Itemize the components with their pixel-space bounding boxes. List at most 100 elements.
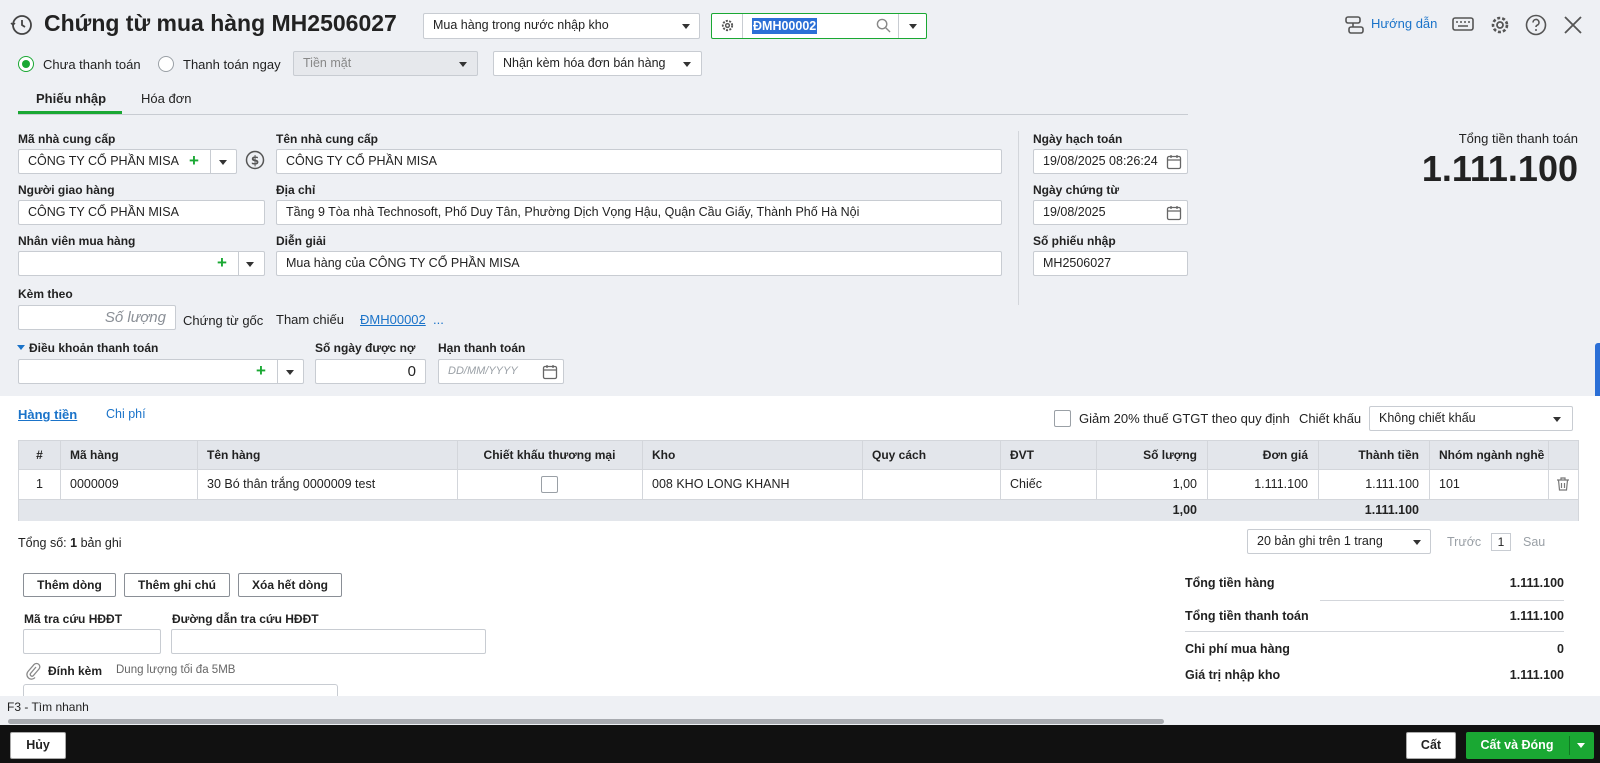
calendar-icon[interactable]: [1166, 154, 1182, 170]
address-input[interactable]: Tầng 9 Tòa nhà Technosoft, Phố Duy Tân, …: [276, 200, 1002, 225]
tab-cost[interactable]: Chi phí: [106, 407, 146, 421]
col-header-group: Nhóm ngành nghề: [1439, 448, 1545, 462]
help-icon[interactable]: [1525, 14, 1547, 36]
invoice-receive-select[interactable]: Nhận kèm hóa đơn bán hàng: [493, 51, 702, 76]
table-row-group[interactable]: 101: [1429, 470, 1548, 499]
divider: [238, 252, 239, 275]
lookup-code-input[interactable]: [23, 629, 161, 654]
settings-icon[interactable]: [1489, 14, 1511, 36]
ref-search-input[interactable]: ĐMH00002: [752, 18, 818, 34]
deliverer-value: CÔNG TY CỔ PHẦN MISA: [28, 205, 179, 219]
col-header-unit: ĐVT: [1010, 448, 1034, 462]
description-value: Mua hàng của CÔNG TY CỔ PHẦN MISA: [286, 256, 520, 270]
lookup-url-input[interactable]: [171, 629, 486, 654]
tab-invoice[interactable]: Hóa đơn: [141, 91, 191, 106]
table-row-no[interactable]: 1: [19, 470, 60, 499]
table-row-spec[interactable]: [862, 470, 1000, 499]
debt-icon[interactable]: $: [245, 150, 265, 170]
prev-page[interactable]: Trước: [1447, 535, 1481, 549]
table-row-amount[interactable]: 1.111.100: [1318, 470, 1429, 499]
add-buyer-icon[interactable]: +: [217, 253, 227, 273]
goods-total-value: 1.111.100: [1509, 576, 1564, 590]
chevron-down-icon[interactable]: [246, 262, 254, 267]
stock-value-label: Giá trị nhập kho: [1185, 668, 1281, 682]
supplier-name-input[interactable]: CÔNG TY CỔ PHẦN MISA: [276, 149, 1002, 174]
table-row-unit[interactable]: Chiếc: [1000, 470, 1096, 499]
add-terms-icon[interactable]: +: [256, 361, 266, 381]
side-handle[interactable]: [1595, 343, 1600, 403]
divider: [210, 150, 211, 173]
paperclip-icon[interactable]: [25, 662, 41, 680]
history-icon[interactable]: [10, 13, 34, 37]
table-row-qty[interactable]: 1,00: [1096, 470, 1207, 499]
shortcut-hint: F3 - Tìm nhanh: [7, 700, 89, 714]
attach-qty-input[interactable]: Số lượng: [18, 305, 176, 330]
col-header-spec: Quy cách: [872, 448, 927, 462]
tab-receipt[interactable]: Phiếu nhập: [36, 91, 106, 106]
col-header-price: Đơn giá: [1262, 448, 1308, 462]
goods-total-label: Tổng tiền hàng: [1185, 576, 1275, 590]
guide-link[interactable]: Hướng dẫn: [1371, 16, 1437, 31]
attach-dropzone[interactable]: [23, 684, 338, 696]
search-icon[interactable]: [876, 18, 891, 33]
guide-icon[interactable]: [1343, 15, 1365, 37]
save-button[interactable]: Cất: [1406, 732, 1456, 759]
close-icon[interactable]: [1563, 15, 1583, 35]
per-page-select[interactable]: 20 bản ghi trên 1 trang: [1247, 529, 1431, 554]
horizontal-scrollbar[interactable]: [8, 719, 1164, 724]
discount-select[interactable]: Không chiết khấu: [1369, 406, 1573, 431]
calendar-icon[interactable]: [542, 364, 558, 380]
col-header-amount: Thành tiền: [1358, 448, 1419, 462]
triangle-down-icon[interactable]: [17, 345, 25, 350]
deliverer-input[interactable]: CÔNG TY CỔ PHẦN MISA: [18, 200, 265, 225]
description-input[interactable]: Mua hàng của CÔNG TY CỔ PHẦN MISA: [276, 251, 1002, 276]
doc-date-input[interactable]: 19/08/2025: [1033, 200, 1188, 225]
table-row-price[interactable]: 1.111.100: [1207, 470, 1318, 499]
reference-link[interactable]: ĐMH00002: [360, 312, 426, 327]
attach-label: Kèm theo: [18, 287, 73, 301]
supplier-code-input[interactable]: CÔNG TY CỔ PHẦN MISA: [18, 149, 237, 174]
detail-table: # Mã hàng Tên hàng Chiết khấu thương mại…: [18, 440, 1579, 521]
stock-value-value: 1.111.100: [1509, 668, 1564, 682]
vat-reduce-label: Giảm 20% thuế GTGT theo quy định: [1079, 411, 1290, 426]
payment-method-select[interactable]: Tiền mặt: [293, 51, 478, 76]
unpaid-radio[interactable]: [18, 56, 34, 72]
chevron-down-icon[interactable]: [909, 24, 917, 29]
save-close-button[interactable]: Cất và Đóng: [1466, 732, 1594, 759]
add-row-button[interactable]: Thêm dòng: [23, 573, 116, 597]
cancel-button[interactable]: Hủy: [10, 732, 66, 759]
keyboard-icon[interactable]: [1452, 15, 1474, 35]
current-page[interactable]: 1: [1491, 533, 1511, 551]
ref-search-box[interactable]: [711, 13, 927, 39]
table-row-warehouse[interactable]: 008 KHO LONG KHANH: [642, 470, 862, 499]
trash-icon[interactable]: [1555, 476, 1571, 492]
delete-all-rows-button[interactable]: Xóa hết dòng: [238, 573, 342, 597]
trade-discount-checkbox[interactable]: [541, 476, 558, 493]
chevron-down-icon: [1413, 540, 1421, 545]
tab-goods[interactable]: Hàng tiền: [18, 407, 77, 422]
calendar-icon[interactable]: [1166, 205, 1182, 221]
chevron-down-icon[interactable]: [219, 160, 227, 165]
table-row-name[interactable]: 30 Bó thân trắng 0000009 test: [197, 470, 457, 499]
vat-reduce-checkbox[interactable]: [1054, 410, 1071, 427]
add-supplier-icon[interactable]: +: [189, 151, 199, 171]
divider: [742, 14, 743, 38]
attach-files-label: Đính kèm: [48, 664, 103, 678]
paid-now-label: Thanh toán ngay: [183, 57, 281, 72]
credit-days-input[interactable]: 0: [315, 359, 426, 384]
chevron-down-icon: [459, 62, 467, 67]
gear-icon[interactable]: [720, 18, 735, 33]
voucher-type-select[interactable]: Mua hàng trong nước nhập kho: [423, 13, 700, 39]
paid-now-radio[interactable]: [158, 56, 174, 72]
table-row-code[interactable]: 0000009: [60, 470, 197, 499]
add-note-button[interactable]: Thêm ghi chú: [124, 573, 230, 597]
reference-more[interactable]: ...: [433, 312, 444, 327]
next-page[interactable]: Sau: [1523, 535, 1545, 549]
buyer-input[interactable]: [18, 251, 265, 276]
chevron-down-icon[interactable]: [1577, 743, 1585, 748]
receipt-no-input[interactable]: MH2506027: [1033, 251, 1188, 276]
chevron-down-icon[interactable]: [286, 370, 294, 375]
posting-date-input[interactable]: 19/08/2025 08:26:24: [1033, 149, 1188, 174]
buyer-label: Nhân viên mua hàng: [18, 234, 136, 248]
reference-label: Tham chiếu: [276, 312, 344, 327]
